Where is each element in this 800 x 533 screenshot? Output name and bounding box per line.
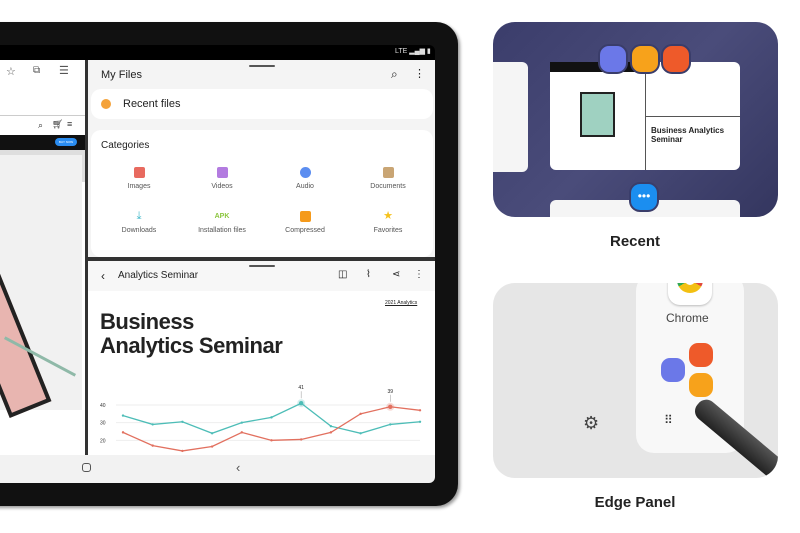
apk-icon: APK xyxy=(214,213,230,220)
image-icon xyxy=(133,167,145,178)
data-point xyxy=(181,420,184,423)
category-images[interactable]: Images xyxy=(104,167,174,190)
edge-panel-caption: Edge Panel xyxy=(594,494,676,511)
document-icon xyxy=(382,167,394,178)
cart-icon[interactable]: 🛒︎ xyxy=(52,119,63,130)
data-point xyxy=(418,420,422,423)
category-videos[interactable]: Videos xyxy=(187,167,257,190)
note-heading: Business Analytics Seminar xyxy=(100,309,283,358)
highlight-point xyxy=(388,404,393,409)
data-point xyxy=(270,416,273,419)
data-point xyxy=(151,423,154,426)
page-title: My Files xyxy=(101,69,142,81)
menu-icon[interactable]: ☰ xyxy=(59,64,69,77)
data-label: 41 xyxy=(298,385,304,391)
back-icon[interactable]: ‹ xyxy=(101,269,105,283)
recent-caption: Recent xyxy=(609,233,661,250)
data-point xyxy=(418,409,422,412)
recent-apps-preview[interactable]: Business Analytics Seminar ••• xyxy=(493,22,778,217)
notes-app-icon[interactable] xyxy=(689,343,713,367)
my-files-app-icon[interactable] xyxy=(689,373,713,397)
y-tick-label: 40 xyxy=(100,403,106,409)
folder-icon xyxy=(299,211,311,222)
attach-icon[interactable]: ⌇ xyxy=(366,269,371,280)
recent-files-item[interactable]: Recent files xyxy=(91,89,433,119)
category-audio[interactable]: Audio xyxy=(270,167,340,190)
category-installation-files[interactable]: APK Installation files xyxy=(187,211,257,234)
tabs-icon[interactable]: ⧉ xyxy=(33,65,40,76)
search-icon[interactable]: ⌕ xyxy=(38,120,43,131)
clock-icon xyxy=(101,99,111,109)
category-downloads[interactable]: ⤓ Downloads xyxy=(104,210,174,235)
my-files-pane: My Files ⌕ ⋮ Recent files Categories Ima… xyxy=(88,60,435,257)
messages-app-icon[interactable]: ••• xyxy=(629,182,659,212)
music-note-icon xyxy=(299,167,311,178)
menu-icon[interactable]: ≡ xyxy=(67,119,72,129)
tablet-screen: LTE ▂▄▆ ▮ ☆ ⧉ ☰ ⌕ 🛒︎ ≡ BUY NOW My Files … xyxy=(0,45,435,483)
data-point xyxy=(329,431,333,434)
note-title: Analytics Seminar xyxy=(118,270,199,281)
data-point xyxy=(300,438,303,441)
data-point xyxy=(329,425,333,428)
category-favorites[interactable]: ★ Favorites xyxy=(353,210,423,235)
data-label: 39 xyxy=(388,389,394,395)
back-button[interactable]: ‹ xyxy=(236,460,240,475)
notes-pane: ‹ Analytics Seminar ◫ ⌇ ⋖ ⋮ 2021 Analyti… xyxy=(88,261,435,455)
status-bar-icons: LTE ▂▄▆ ▮ xyxy=(395,48,431,55)
data-point xyxy=(151,444,154,447)
data-point xyxy=(181,449,184,453)
settings-icon[interactable]: ⚙ xyxy=(583,413,599,434)
more-icon[interactable]: ⋮ xyxy=(414,67,425,80)
edge-panel-preview: ⚙ Chrome ⠿ ✎ xyxy=(493,283,778,478)
category-documents[interactable]: Documents xyxy=(353,167,423,190)
internet-app-icon[interactable] xyxy=(598,44,628,74)
categories-card: Categories Images Videos Audio Documents… xyxy=(91,130,433,257)
buy-now-button[interactable]: BUY NOW xyxy=(55,138,77,146)
tag: 2021 Analytics xyxy=(385,300,418,306)
data-point xyxy=(121,414,125,417)
star-icon: ★ xyxy=(383,210,393,222)
recent-window-thumbnail: Business Analytics Seminar xyxy=(550,62,740,170)
promo-bar: BUY NOW xyxy=(0,135,85,150)
y-tick-label: 20 xyxy=(100,438,106,444)
search-icon[interactable]: ⌕ xyxy=(391,67,398,82)
data-point xyxy=(240,431,243,434)
book-icon[interactable]: ◫ xyxy=(338,269,347,280)
data-point xyxy=(210,445,214,448)
data-point xyxy=(121,431,125,434)
product-image xyxy=(0,155,82,418)
notes-app-icon[interactable] xyxy=(661,44,691,74)
chrome-label[interactable]: Chrome xyxy=(666,311,709,325)
star-icon[interactable]: ☆ xyxy=(6,65,16,78)
share-icon[interactable]: ⋖ xyxy=(392,269,400,280)
data-point xyxy=(270,439,273,442)
data-point xyxy=(359,412,362,416)
y-tick-label: 30 xyxy=(100,421,106,427)
chrome-icon[interactable] xyxy=(668,283,712,305)
home-button[interactable] xyxy=(82,463,91,472)
internet-app-icon[interactable] xyxy=(661,358,685,382)
my-files-app-icon[interactable] xyxy=(630,44,660,74)
navigation-bar: ‹ xyxy=(0,455,435,483)
data-point xyxy=(210,432,214,435)
video-icon xyxy=(216,167,228,178)
apps-grid-icon[interactable]: ⠿ xyxy=(664,413,673,427)
data-point xyxy=(240,421,243,424)
data-point xyxy=(389,423,392,426)
browser-pane: ☆ ⧉ ☰ ⌕ 🛒︎ ≡ BUY NOW xyxy=(0,60,85,455)
category-compressed[interactable]: Compressed xyxy=(270,211,340,234)
download-icon: ⤓ xyxy=(136,210,142,222)
data-point xyxy=(359,432,362,435)
more-icon[interactable]: ⋮ xyxy=(414,269,424,280)
line-chart: 403020104139 xyxy=(100,385,422,453)
highlight-point xyxy=(299,401,304,406)
